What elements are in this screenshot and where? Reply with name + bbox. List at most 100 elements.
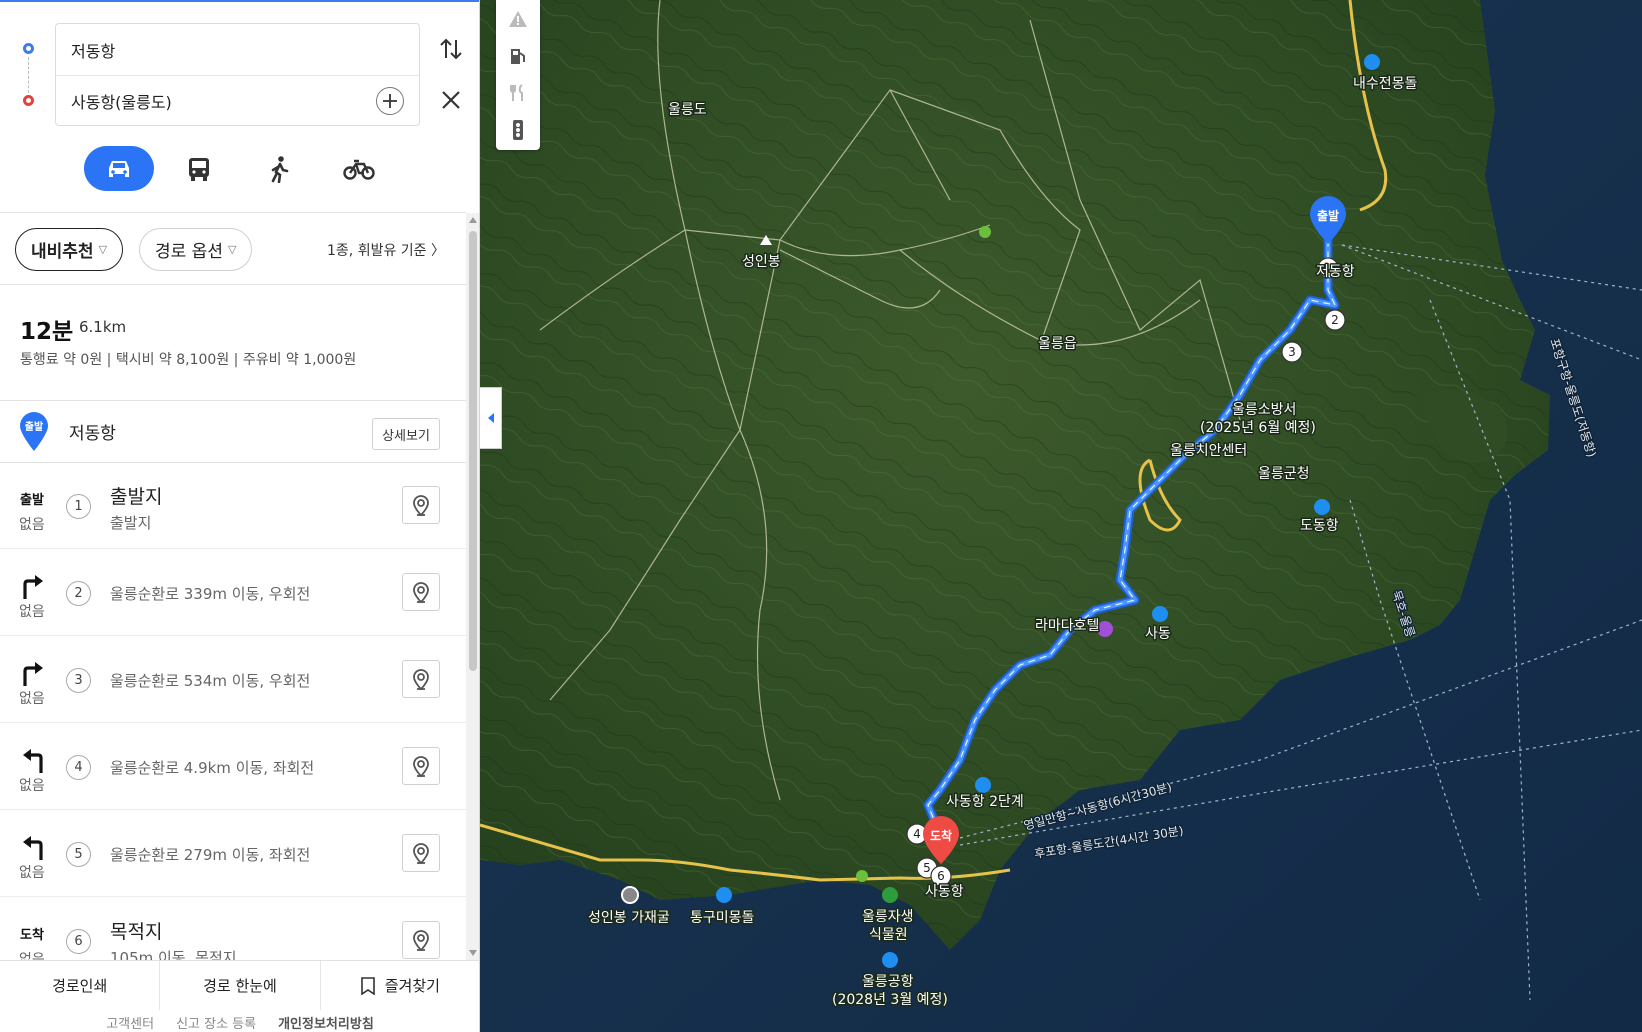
detail-view-button[interactable]: 상세보기 xyxy=(372,418,440,450)
plus-icon xyxy=(383,94,397,108)
route-step[interactable]: 없음 5 울릉순환로 279m 이동, 좌회전 xyxy=(0,810,466,897)
step-locate-button[interactable] xyxy=(402,660,440,698)
close-route-button[interactable] xyxy=(440,89,462,111)
mode-transit-tab[interactable] xyxy=(164,146,234,191)
traffic-alert-tool[interactable] xyxy=(496,0,540,37)
label-fire-station[interactable]: 울릉소방서 xyxy=(1231,401,1298,420)
park-poi-icon[interactable] xyxy=(979,226,991,238)
app-root: 저동항 사동항(울릉도) 내비추천 ▽ 경로 옵션 ▽ 1종, 휘발유 기준 〉… xyxy=(0,0,1642,1032)
bus-icon xyxy=(189,157,209,181)
divider xyxy=(0,400,466,401)
waypoint-4-label: 4 xyxy=(913,827,921,841)
satellite-map[interactable]: 1 2 3 4 5 6 출발 도착 울릉도 성인봉 울릉읍 내수전몽돌 저동항 … xyxy=(480,0,1642,1032)
location-pin-icon xyxy=(413,582,429,604)
mode-walk-tab[interactable] xyxy=(244,146,314,191)
label-airport-line1[interactable]: 울릉공항 xyxy=(861,973,916,992)
route-step[interactable]: 없음 4 울릉순환로 4.9km 이동, 좌회전 xyxy=(0,723,466,810)
close-icon xyxy=(442,91,460,109)
map-canvas[interactable]: 1 2 3 4 5 6 출발 도착 울릉도 성인봉 울릉읍 내수전몽돌 저동항 … xyxy=(480,0,1642,1032)
label-sadong-phase2[interactable]: 사동항 2단계 xyxy=(945,793,1026,812)
mode-bike-tab[interactable] xyxy=(324,146,394,191)
restaurant-tool[interactable] xyxy=(496,74,540,111)
recommend-route-dropdown[interactable]: 내비추천 ▽ xyxy=(15,228,124,271)
favorite-button[interactable]: 즐겨찾기 xyxy=(321,961,479,1010)
label-checkpoint[interactable]: 울릉치안센터 xyxy=(1169,442,1249,461)
step-turn-icon xyxy=(18,571,48,601)
label-naesujeon[interactable]: 내수전몽돌 xyxy=(1352,75,1420,94)
waypoint-6[interactable]: 6 xyxy=(930,865,952,887)
location-pin-icon xyxy=(413,843,429,865)
label-seonginbong[interactable]: 성인봉 xyxy=(741,253,783,272)
route-overview-button[interactable]: 경로 한눈에 xyxy=(160,961,321,1010)
botanical-poi-icon[interactable] xyxy=(882,887,898,903)
print-route-button[interactable]: 경로인쇄 xyxy=(0,961,161,1010)
location-pin-icon xyxy=(413,756,429,778)
step-description: 출발지 xyxy=(110,514,152,532)
beach-poi-icon[interactable] xyxy=(1364,54,1380,70)
ferry-terminal-poi-icon[interactable] xyxy=(975,777,991,793)
label-seonginbong-cave[interactable]: 성인봉 가재굴 xyxy=(587,909,672,928)
label-tonggumi[interactable]: 통구미몽돌 xyxy=(689,909,757,928)
label-jeodong[interactable]: 저동항 xyxy=(1315,263,1357,282)
end-marker-label: 도착 xyxy=(930,828,952,843)
gas-station-tool[interactable] xyxy=(496,37,540,74)
label-ramada[interactable]: 라마다호텔 xyxy=(1034,617,1101,636)
chevron-down-icon: ▽ xyxy=(98,243,108,256)
footer-link-privacy[interactable]: 개인정보처리방침 xyxy=(278,1012,374,1032)
label-airport-line2[interactable]: (2028년 3월 예정) xyxy=(831,991,950,1010)
destination-input[interactable]: 사동항(울릉도) xyxy=(56,75,419,126)
ferry-poi-icon[interactable] xyxy=(1314,499,1330,515)
fuel-basis-link[interactable]: 1종, 휘발유 기준 〉 xyxy=(327,240,445,260)
scroll-up-icon[interactable] xyxy=(469,217,477,223)
cave-poi-icon[interactable] xyxy=(621,886,639,904)
walk-icon xyxy=(271,155,289,183)
footer-link-report[interactable]: 신고 장소 등록 xyxy=(176,1012,256,1032)
step-description: 105m 이동, 목적지 xyxy=(110,949,237,960)
step-description: 울릉순환로 279m 이동, 좌회전 xyxy=(110,846,311,864)
steps-scrollbar[interactable] xyxy=(466,213,479,960)
route-step[interactable]: 없음 2 울릉순환로 339m 이동, 우회전 xyxy=(0,549,466,636)
route-step[interactable]: 출발 없음 1 출발지 출발지 xyxy=(0,462,466,549)
step-locate-button[interactable] xyxy=(402,747,440,785)
add-waypoint-button[interactable] xyxy=(376,87,404,115)
mode-car-tab[interactable] xyxy=(84,146,154,191)
step-locate-button[interactable] xyxy=(402,834,440,872)
scroll-thumb[interactable] xyxy=(469,231,477,671)
waypoint-2[interactable]: 2 xyxy=(1324,309,1346,331)
scroll-down-icon[interactable] xyxy=(469,950,477,956)
route-step[interactable]: 없음 3 울릉순환로 534m 이동, 우회전 xyxy=(0,636,466,723)
label-dodong[interactable]: 도동항 xyxy=(1299,517,1341,536)
ferry-poi-icon[interactable] xyxy=(1152,606,1168,622)
route-options-dropdown[interactable]: 경로 옵션 ▽ xyxy=(139,228,253,271)
park-poi-icon[interactable] xyxy=(856,870,868,882)
route-costs: 통행료 약 0원 | 택시비 약 8,100원 | 주유비 약 1,000원 xyxy=(20,352,357,368)
step-toll-note: 없음 xyxy=(19,517,45,533)
restaurant-icon xyxy=(510,83,523,101)
transport-mode-tabs xyxy=(84,146,404,191)
label-sadong[interactable]: 사동 xyxy=(1144,625,1173,644)
label-ulleungeup[interactable]: 울릉읍 xyxy=(1037,335,1079,354)
step-toll-note: 없음 xyxy=(19,952,45,960)
gas-station-icon xyxy=(511,48,525,64)
label-botanical-line1[interactable]: 울릉자생 xyxy=(861,908,916,927)
step-locate-button[interactable] xyxy=(402,921,440,959)
collapse-panel-button[interactable] xyxy=(480,387,502,449)
route-distance: 6.1km xyxy=(79,318,127,336)
origin-input[interactable]: 저동항 xyxy=(56,24,419,75)
label-ulleungdo[interactable]: 울릉도 xyxy=(667,101,709,120)
traffic-light-tool[interactable] xyxy=(496,111,540,148)
origin-dot-icon xyxy=(23,43,34,54)
step-locate-button[interactable] xyxy=(402,573,440,611)
route-step[interactable]: 도착 없음 6 목적지 105m 이동, 목적지 xyxy=(0,897,466,960)
waypoint-3[interactable]: 3 xyxy=(1281,341,1303,363)
swap-route-button[interactable] xyxy=(438,36,464,62)
label-fire-station-note[interactable]: (2025년 6월 예정) xyxy=(1199,419,1318,438)
label-botanical-line2[interactable]: 식물원 xyxy=(868,926,910,945)
beach-poi-icon[interactable] xyxy=(716,887,732,903)
footer-link-support[interactable]: 고객센터 xyxy=(106,1012,154,1032)
label-sadong-port[interactable]: 사동항 xyxy=(924,883,966,902)
airport-poi-icon[interactable] xyxy=(882,952,898,968)
label-county-office[interactable]: 울릉군청 xyxy=(1257,465,1312,484)
origin-summary-row: 출발 저동항 상세보기 xyxy=(0,402,466,462)
step-locate-button[interactable] xyxy=(402,486,440,524)
